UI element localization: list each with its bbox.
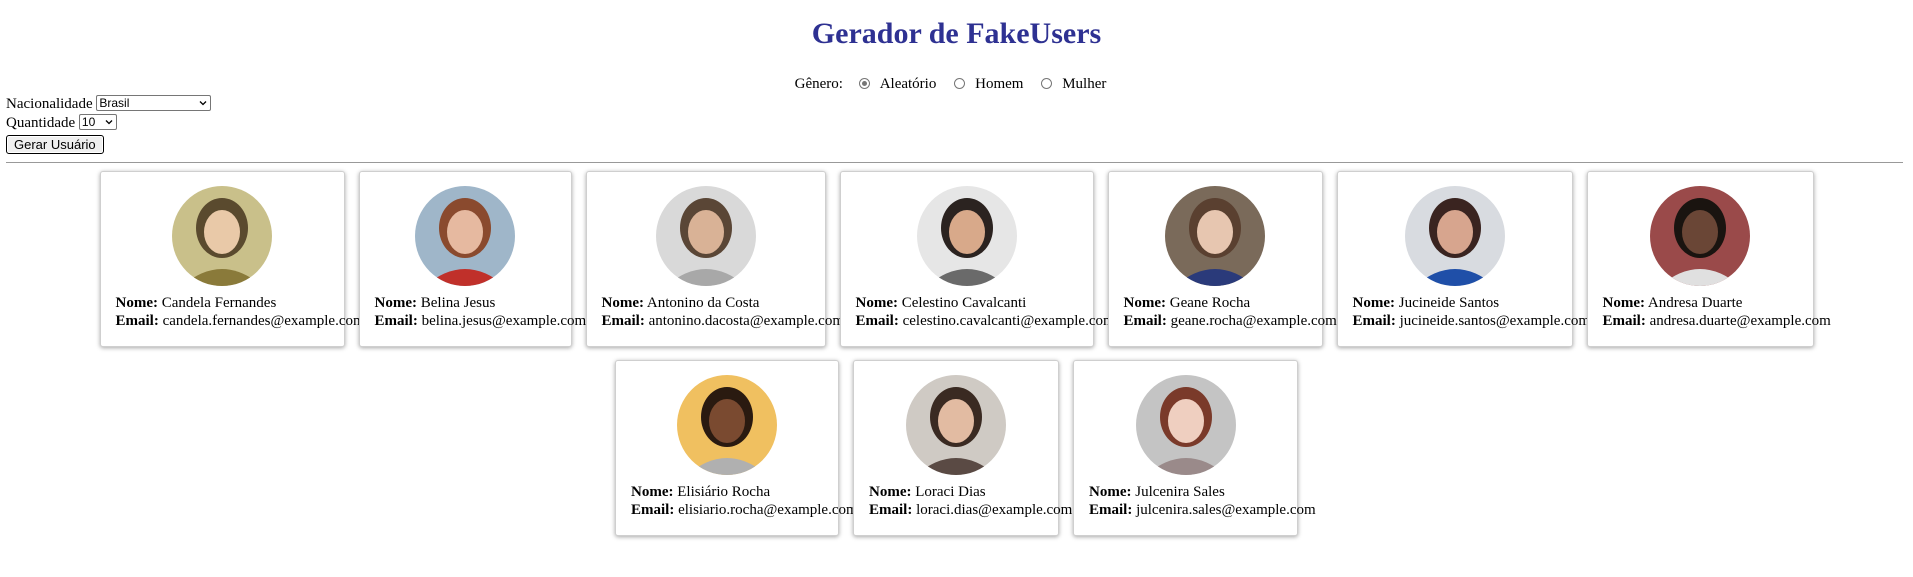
chevron-down-icon	[199, 101, 207, 106]
avatar	[1165, 186, 1265, 286]
user-email: candela.fernandes@example.com	[158, 313, 365, 329]
email-label: Email:	[1602, 313, 1646, 329]
email-label: Email:	[601, 313, 645, 329]
avatar	[916, 186, 1017, 286]
name-label: Nome:	[1602, 295, 1645, 311]
chevron-down-icon	[105, 120, 113, 125]
user-name: Geane Rocha	[1165, 295, 1251, 311]
user-card: Nome: Andresa Duarte Email: andresa.duart…	[1586, 171, 1831, 347]
avatar	[172, 186, 272, 286]
user-name: Julcenira Sales	[1131, 484, 1225, 500]
name-label: Nome:	[115, 295, 158, 311]
name-label: Nome:	[1352, 295, 1395, 311]
user-name: Belina Jesus	[416, 295, 496, 311]
user-card: Nome: Elisiário Rocha Email: elisiario.ro…	[615, 360, 858, 536]
name-label: Nome:	[869, 484, 912, 500]
name-label: Nome:	[1123, 295, 1166, 311]
user-name: Andresa Duarte	[1644, 295, 1743, 311]
user-email: belina.jesus@example.com	[417, 313, 587, 329]
nationality-select[interactable]: Brasil	[96, 95, 212, 111]
user-info: Nome: Andresa Duarte Email: andresa.duart…	[1602, 294, 1831, 330]
name-label: Nome:	[374, 295, 417, 311]
user-card: Nome: Jucineide Santos Email: jucineide.s…	[1336, 171, 1591, 347]
email-label: Email:	[1352, 313, 1396, 329]
user-info: Nome: Julcenira Sales Email: julcenira.sa…	[1089, 483, 1316, 519]
divider	[6, 162, 1903, 163]
email-label: Email:	[869, 502, 913, 518]
user-email: elisiario.rocha@example.com	[674, 502, 858, 518]
avatar	[655, 186, 756, 286]
user-card: Nome: Loraci Dias Email: loraci.dias@exam…	[853, 360, 1072, 536]
user-email: loraci.dias@example.com	[912, 502, 1073, 518]
user-email: jucineide.santos@example.com	[1395, 313, 1591, 329]
user-email: andresa.duarte@example.com	[1645, 313, 1831, 329]
quantity-label: Quantidade	[6, 115, 76, 131]
email-label: Email:	[1123, 313, 1167, 329]
user-name: Jucineide Santos	[1394, 295, 1500, 311]
gender-option-female[interactable]: Mulher	[1062, 76, 1106, 92]
quantity-select[interactable]: 10	[78, 114, 117, 130]
name-label: Nome:	[601, 295, 644, 311]
user-email: geane.rocha@example.com	[1166, 313, 1337, 329]
user-name: Elisiário Rocha	[673, 484, 771, 500]
user-card: Nome: Antonino da Costa Email: antonino.d…	[585, 171, 845, 347]
gender-radio-random[interactable]	[858, 78, 870, 89]
user-name: Antonino da Costa	[643, 295, 760, 311]
gender-option-random[interactable]: Aleatório	[880, 76, 937, 92]
user-info: Nome: Belina Jesus Email: belina.jesus@ex…	[374, 294, 587, 330]
user-info: Nome: Jucineide Santos Email: jucineide.s…	[1352, 294, 1591, 330]
user-info: Nome: Antonino da Costa Email: antonino.d…	[601, 294, 845, 330]
page-title: Gerador de FakeUsers	[811, 17, 1102, 50]
user-info: Nome: Candela Fernandes Email: candela.fe…	[115, 294, 365, 330]
user-info: Nome: Geane Rocha Email: geane.rocha@exam…	[1123, 294, 1337, 330]
user-card: Nome: Celestino Cavalcanti Email: celesti…	[839, 171, 1115, 347]
user-email: celestino.cavalcanti@example.com	[898, 313, 1115, 329]
gender-selector: Gênero: Aleatório Homem Mulher	[0, 76, 1913, 93]
nationality-label: Nacionalidade	[6, 96, 93, 112]
avatar	[1650, 186, 1750, 286]
generator-controls: Nacionalidade Brasil Quantidade 10 Gerar…	[6, 95, 212, 155]
avatar	[677, 375, 777, 475]
user-card: Nome: Julcenira Sales Email: julcenira.sa…	[1073, 360, 1316, 536]
email-label: Email:	[374, 313, 418, 329]
quantity-value: 10	[81, 115, 96, 129]
name-label: Nome:	[631, 484, 674, 500]
email-label: Email:	[631, 502, 675, 518]
avatar	[1404, 186, 1505, 286]
gender-radio-male[interactable]	[954, 78, 966, 89]
email-label: Email:	[115, 313, 159, 329]
user-card: Nome: Candela Fernandes Email: candela.fe…	[99, 171, 365, 347]
avatar	[1135, 375, 1236, 475]
user-info: Nome: Loraci Dias Email: loraci.dias@exam…	[869, 483, 1072, 519]
nationality-value: Brasil	[99, 96, 130, 110]
email-label: Email:	[855, 313, 899, 329]
gender-option-male[interactable]: Homem	[975, 76, 1023, 92]
avatar	[906, 375, 1006, 475]
name-label: Nome:	[1089, 484, 1132, 500]
user-email: julcenira.sales@example.com	[1132, 502, 1316, 518]
generate-user-button[interactable]: Gerar Usuário	[6, 135, 104, 154]
user-info: Nome: Elisiário Rocha Email: elisiario.ro…	[631, 483, 858, 519]
gender-radio-female[interactable]	[1041, 78, 1053, 89]
user-cards: Nome: Candela Fernandes Email: candela.fe…	[0, 171, 1913, 536]
user-name: Celestino Cavalcanti	[897, 295, 1027, 311]
email-label: Email:	[1089, 502, 1133, 518]
user-name: Loraci Dias	[911, 484, 986, 500]
name-label: Nome:	[855, 295, 898, 311]
user-name: Candela Fernandes	[157, 295, 277, 311]
avatar	[415, 186, 515, 286]
user-card: Nome: Belina Jesus Email: belina.jesus@ex…	[358, 171, 587, 347]
user-info: Nome: Celestino Cavalcanti Email: celesti…	[855, 294, 1115, 330]
gender-label: Gênero:	[794, 76, 843, 92]
user-card: Nome: Geane Rocha Email: geane.rocha@exam…	[1107, 171, 1337, 347]
user-email: antonino.dacosta@example.com	[644, 313, 845, 329]
